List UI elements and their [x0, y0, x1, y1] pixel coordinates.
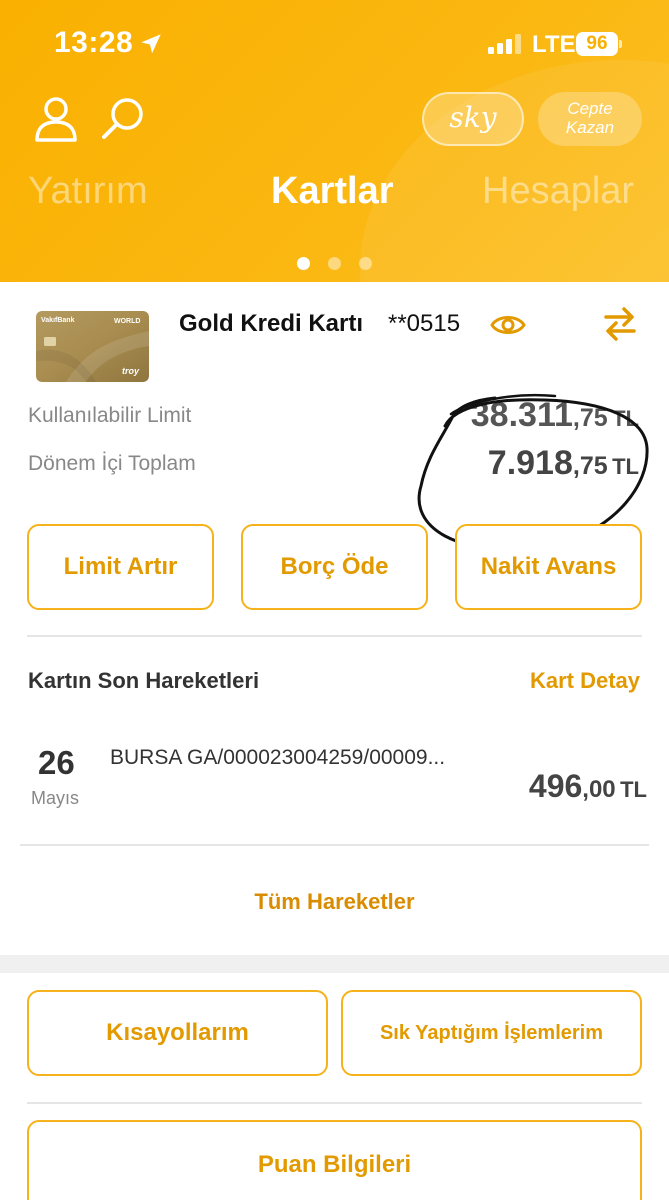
status-time: 13:28 [54, 26, 134, 59]
credit-card-image: VakıfBank WORLD troy [36, 311, 149, 382]
divider [20, 844, 649, 846]
status-bar: 13:28 LTE 96 [0, 0, 669, 86]
limit-increase-button[interactable]: Limit Artır [27, 524, 214, 610]
frequent-operations-button[interactable]: Sık Yaptığım İşlemlerim [341, 990, 642, 1076]
pay-debt-button[interactable]: Borç Öde [241, 524, 428, 610]
location-arrow-icon [141, 34, 161, 54]
all-transactions-link[interactable]: Tüm Hareketler [0, 889, 669, 915]
battery-level: 96 [576, 32, 618, 56]
cepte-label: Cepte [567, 99, 613, 118]
transaction-month: Mayıs [31, 788, 80, 808]
search-icon[interactable] [100, 96, 146, 142]
cepte-kazan-button[interactable]: Cepte Kazan [538, 92, 642, 146]
tab-hesaplar[interactable]: Hesaplar [482, 168, 634, 214]
transaction-amount: 496,00 TL [528, 768, 647, 804]
card-chip-icon [44, 337, 56, 346]
transaction-day: 26 [38, 744, 75, 781]
recent-transactions-title: Kartın Son Hareketleri [28, 668, 260, 693]
battery-icon: 96 [576, 32, 622, 56]
swap-icon[interactable] [602, 306, 638, 342]
header: 13:28 LTE 96 sky Cepte Kazan Yatırım Kar… [0, 0, 669, 282]
period-total-amount: 7.918,75 TL [487, 444, 639, 482]
page-dot [328, 257, 341, 270]
page-dot-active [297, 257, 310, 270]
page-indicator [297, 257, 377, 271]
divider [27, 1102, 642, 1104]
tab-yatirim[interactable]: Yatırım [28, 168, 148, 214]
eye-icon[interactable] [490, 311, 526, 339]
available-limit-amount: 38.311,75 TL [470, 396, 639, 434]
points-info-button[interactable]: Puan Bilgileri [27, 1120, 642, 1200]
section-separator [0, 955, 669, 973]
signal-icon [488, 34, 521, 54]
cash-advance-button[interactable]: Nakit Avans [455, 524, 642, 610]
user-icon[interactable] [34, 96, 78, 142]
card-detail-link[interactable]: Kart Detay [530, 668, 640, 694]
tab-kartlar[interactable]: Kartlar [271, 168, 394, 214]
network-type: LTE [532, 31, 576, 58]
card-bank-name: VakıfBank [41, 317, 75, 324]
page-dot [359, 257, 372, 270]
divider [27, 635, 642, 637]
card-brand: troy [122, 366, 140, 376]
transaction-description: BURSA GA/000023004259/00009... [110, 746, 446, 769]
kazan-label: Kazan [565, 118, 615, 137]
card-tier: WORLD [114, 318, 140, 325]
available-limit-label: Kullanılabilir Limit [28, 404, 192, 427]
period-total-label: Dönem İçi Toplam [28, 452, 196, 475]
my-shortcuts-button[interactable]: Kısayollarım [27, 990, 328, 1076]
card-number: **0515 [388, 310, 461, 337]
sky-label: sky [449, 101, 497, 134]
sky-button[interactable]: sky [422, 92, 524, 146]
card-title[interactable]: Gold Kredi Kartı [179, 310, 363, 338]
